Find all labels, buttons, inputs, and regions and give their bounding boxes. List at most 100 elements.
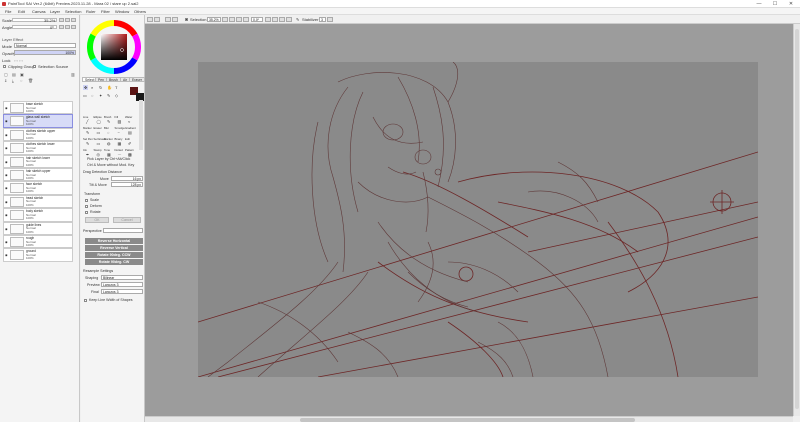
visibility-icon[interactable]: ◉ [5,160,8,164]
zoom-field[interactable]: 35.2% [207,17,221,22]
eyedropper-icon[interactable]: ✎ [107,93,110,98]
hand-tool-icon[interactable]: ✋ [107,85,112,90]
sel-sub-button[interactable] [165,17,171,22]
rect-select-icon[interactable]: ▭ [83,93,87,98]
shape-tool-icon[interactable]: ◇ [115,93,118,98]
menu-file[interactable]: File [5,9,11,14]
blend-mode-select[interactable]: Normal [14,43,76,48]
stabilizer-field[interactable]: 3 [319,17,326,22]
zoom-out-button[interactable] [59,18,64,22]
tool-ellipse[interactable]: Ellipse ◯ [94,115,105,125]
tilt-distance-field[interactable]: 128 px [111,182,143,187]
layer-item[interactable]: ◉ head sketch Normal 100% [3,194,73,209]
move-distance-field[interactable]: 16 px [111,176,143,181]
zoom-fit-button[interactable] [236,17,242,22]
scale-checkbox[interactable] [85,199,88,202]
layer-item[interactable]: ◉ rough Normal 100% [3,234,73,249]
new-mask-icon[interactable]: ▣ [20,72,24,77]
transfer-down-icon[interactable]: ⇓ [4,78,7,83]
zoom-minus-button[interactable] [222,17,228,22]
lasso-icon[interactable]: ◌ [91,93,93,98]
menu-others[interactable]: Others [134,9,146,14]
reverse-horizontal-button[interactable]: Reverse Horizontal [85,238,143,244]
selection-checkbox[interactable] [185,18,188,21]
tab-eraser[interactable]: Eraser [129,77,145,82]
vertical-scroll-thumb[interactable] [795,29,799,409]
tool-eraser[interactable]: Eraser ▭ [94,126,105,136]
maximize-button[interactable]: ☐ [768,0,782,8]
zoom-tool-icon[interactable]: ⌕ [91,85,93,90]
visibility-icon[interactable]: ◉ [5,227,8,231]
new-folder-icon[interactable]: ▤ [12,72,16,77]
preview-select[interactable]: Lanczos 3 [101,282,143,287]
tool-edit[interactable]: Edit ✐ [125,137,136,147]
new-layer-icon[interactable]: ▢ [4,72,8,77]
move-tool-icon[interactable]: ✥ [83,85,89,90]
delete-layer-icon[interactable]: 🗑 [28,78,33,83]
tool-smudge[interactable]: Smudge ~ [115,126,126,136]
drawing-canvas[interactable] [198,62,758,377]
rotate-tool-icon[interactable]: ↻ [99,85,102,90]
clear-layer-icon[interactable]: ◌ [20,78,22,83]
tool-blur[interactable]: Blur ◌ [104,126,115,136]
canvas-area[interactable] [145,24,793,416]
sel-mode-button[interactable] [147,17,153,22]
rotate-right-button[interactable] [65,25,70,29]
menu-canvas[interactable]: Canvas [32,9,46,14]
flip-tb-button[interactable] [286,17,292,22]
menu-window[interactable]: Window [115,9,129,14]
menu-filter[interactable]: Filter [101,9,110,14]
perspective-slider[interactable] [103,228,143,233]
layer-item[interactable]: ◉ clothes sketch lower Normal 100% [3,141,73,155]
zoom-plus-button[interactable] [229,17,235,22]
trash-icon[interactable]: ▥ [71,72,75,77]
angle-field[interactable]: 0.0º [251,17,263,22]
zoom-in-button[interactable] [65,18,70,22]
visibility-icon[interactable]: ◉ [5,200,8,204]
selection-source-checkbox[interactable] [33,65,36,68]
zoom-100-button[interactable] [243,17,249,22]
visibility-icon[interactable]: ◉ [5,119,8,123]
horizontal-scroll-thumb[interactable] [300,418,635,422]
visibility-icon[interactable]: ◉ [5,106,8,110]
layer-item[interactable]: ◉ clothes sketch upper Normal 100% [3,127,73,142]
zoom-reset-button[interactable] [71,18,76,22]
visibility-icon[interactable]: ◉ [5,186,8,190]
tool-scrollbar[interactable] [139,100,143,150]
tool-water[interactable]: Water ≈ [125,115,136,125]
layer-item[interactable]: ◉ hair sketch lower Normal 100% [3,154,73,168]
layer-item-selected[interactable]: ◉ glass wall sketch Normal 100% [3,114,73,128]
keep-line-width-checkbox[interactable] [84,299,87,302]
layer-item[interactable]: ◉ face sketch Normal 100% [3,181,73,195]
stabilizer-dropdown[interactable] [327,17,333,22]
text-tool-icon[interactable]: T [115,85,117,90]
rotate-ccw-button[interactable]: Rotate 90deg. CCW [85,252,143,258]
shaping-select[interactable]: Bilinear [101,275,143,280]
sel-none-button[interactable] [172,17,178,22]
tool-marker[interactable]: Marker ✎ [83,126,94,136]
sel-add-button[interactable] [154,17,160,22]
layer-item[interactable]: ◉ base sketch Normal 100% [3,101,73,115]
lock-icons[interactable]: ▫ ▫ ▫ ▫ [14,58,23,63]
final-select[interactable]: Lanczos 3 [101,289,143,294]
tool-brush[interactable]: Brush ✎ [104,115,115,125]
layer-item[interactable]: ◉ guide lines Normal 100% [3,221,73,235]
layer-item[interactable]: ◉ body sketch Normal 100% [3,208,73,222]
vertical-scrollbar[interactable] [793,24,800,416]
visibility-icon[interactable]: ◉ [5,213,8,217]
rotate-cw-button[interactable]: Rotate 90deg. CW [85,259,143,265]
layer-item[interactable]: ◉ ground Normal 100% [3,248,73,262]
tool-gradient[interactable]: Gradient ▤ [125,126,136,136]
horizontal-scrollbar[interactable] [145,416,793,422]
layer-effect-toggle[interactable]: Layer Effect [2,37,23,42]
visibility-icon[interactable]: ◉ [5,133,8,137]
deform-checkbox[interactable] [85,205,88,208]
rotate-reset-button[interactable] [71,25,76,29]
tool-line[interactable]: Line ╱ [83,115,94,125]
rotate-cw-tb-button[interactable] [272,17,278,22]
minimize-button[interactable]: — [752,0,766,8]
tool-binary[interactable]: Binary ▦ [115,137,126,147]
close-button[interactable]: ✕ [784,0,798,8]
ok-button[interactable]: OK [85,217,109,223]
menu-selection[interactable]: Selection [65,9,81,14]
